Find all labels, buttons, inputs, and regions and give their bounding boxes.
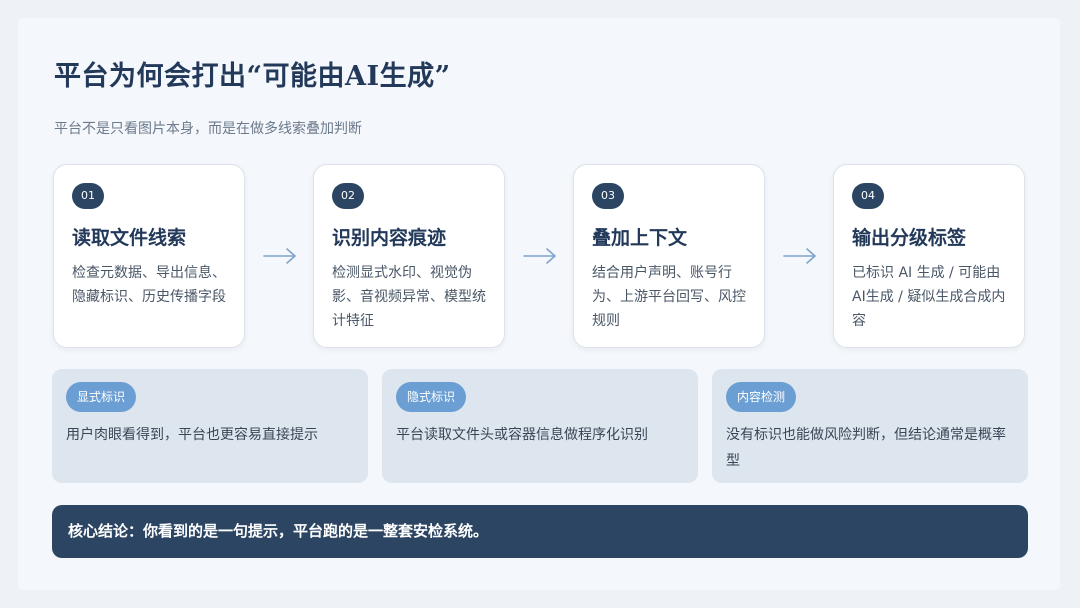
category-description: 用户肉眼看得到，平台也更容易直接提示 <box>66 427 318 443</box>
slide: 平台为何会打出“可能由AI生成” 平台不是只看图片本身，而是在做多线索叠加判断 … <box>18 18 1060 590</box>
step-card-2: 02 识别内容痕迹 检测显式水印、视觉伪影、音视频异常、模型统计特征 <box>313 164 505 348</box>
step-description: 检测显式水印、视觉伪影、音视频异常、模型统计特征 <box>332 265 486 329</box>
step-title: 输出分级标签 <box>852 227 967 249</box>
step-card-4: 04 输出分级标签 已标识 AI 生成 / 可能由AI生成 / 疑似生成合成内容 <box>833 164 1025 348</box>
page-title: 平台为何会打出“可能由AI生成” <box>54 61 451 92</box>
step-title: 读取文件线索 <box>72 227 187 249</box>
category-card-explicit: 显式标识 用户肉眼看得到，平台也更容易直接提示 <box>52 369 368 483</box>
step-card-3: 03 叠加上下文 结合用户声明、账号行为、上游平台回写、风控规则 <box>573 164 765 348</box>
step-card-1: 01 读取文件线索 检查元数据、导出信息、隐藏标识、历史传播字段 <box>53 164 245 348</box>
category-badge: 显式标识 <box>66 382 137 412</box>
category-description: 平台读取文件头或容器信息做程序化识别 <box>396 427 648 443</box>
step-number: 04 <box>852 183 884 209</box>
page-subtitle: 平台不是只看图片本身，而是在做多线索叠加判断 <box>54 121 362 137</box>
arrow-right-icon <box>523 246 557 266</box>
category-card-detection: 内容检测 没有标识也能做风险判断，但结论通常是概率型 <box>712 369 1028 483</box>
category-description: 没有标识也能做风险判断，但结论通常是概率型 <box>726 427 1006 469</box>
step-number: 01 <box>72 183 104 209</box>
step-title: 叠加上下文 <box>592 227 688 249</box>
arrow-right-icon <box>783 246 817 266</box>
category-card-implicit: 隐式标识 平台读取文件头或容器信息做程序化识别 <box>382 369 698 483</box>
conclusion-banner: 核心结论：你看到的是一句提示，平台跑的是一整套安检系统。 <box>52 505 1028 558</box>
step-number: 03 <box>592 183 624 209</box>
arrow-right-icon <box>263 246 297 266</box>
category-badge: 隐式标识 <box>396 382 467 412</box>
step-description: 检查元数据、导出信息、隐藏标识、历史传播字段 <box>72 265 226 305</box>
step-number: 02 <box>332 183 364 209</box>
step-description: 结合用户声明、账号行为、上游平台回写、风控规则 <box>592 265 746 329</box>
category-badge: 内容检测 <box>726 382 797 412</box>
step-description: 已标识 AI 生成 / 可能由AI生成 / 疑似生成合成内容 <box>852 265 1006 329</box>
step-title: 识别内容痕迹 <box>332 227 447 249</box>
